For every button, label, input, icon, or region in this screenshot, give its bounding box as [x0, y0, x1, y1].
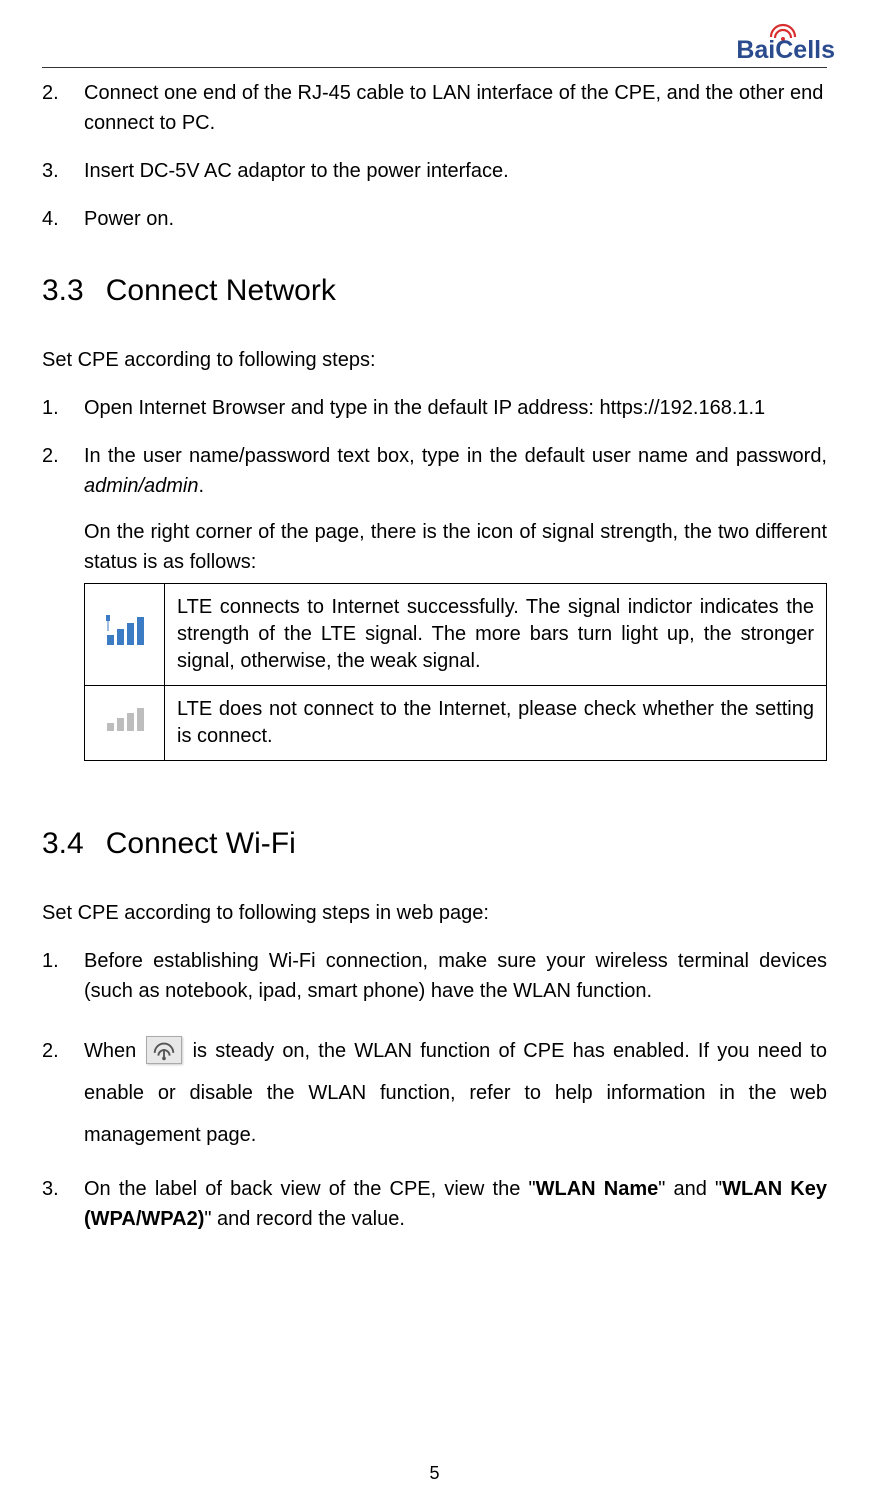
- heading-3-4: 3.4 Connect Wi-Fi: [42, 821, 827, 866]
- logo-text-cells: Cells: [775, 36, 835, 64]
- step-3: Insert DC-5V AC adaptor to the power int…: [42, 156, 827, 186]
- section-3-3-step-2a: In the user name/password text box, type…: [84, 445, 827, 467]
- section-3-4-step-2a: When: [84, 1040, 144, 1062]
- signal-connected-cell: [85, 584, 165, 686]
- section-3-3-steps: Open Internet Browser and type in the de…: [42, 393, 827, 761]
- section-3-3-step-2b: admin/admin: [84, 475, 199, 497]
- section-3-4-step-3: On the label of back view of the CPE, vi…: [42, 1174, 827, 1234]
- step-3-text: Insert DC-5V AC adaptor to the power int…: [84, 160, 509, 182]
- section-3-4-step-3e: " and record the value.: [204, 1208, 405, 1230]
- section-3-3-step-1: Open Internet Browser and type in the de…: [42, 393, 827, 423]
- page-content: Connect one end of the RJ-45 cable to LA…: [42, 78, 827, 1234]
- section-3-4-step-3c: " and ": [658, 1178, 722, 1200]
- heading-3-3: 3.3 Connect Network: [42, 268, 827, 313]
- table-row: LTE connects to Internet successfully. T…: [85, 584, 827, 686]
- section-3-3-step-1-text: Open Internet Browser and type in the de…: [84, 397, 765, 419]
- section-3-4-step-3a: On the label of back view of the CPE, vi…: [84, 1178, 536, 1200]
- page-number: 5: [0, 1463, 869, 1484]
- section-3-4-step-1-text: Before establishing Wi-Fi connection, ma…: [84, 950, 827, 1002]
- heading-3-3-title: Connect Network: [106, 274, 336, 307]
- section-3-4-steps: Before establishing Wi-Fi connection, ma…: [42, 946, 827, 1234]
- section-3-3-step-2c: .: [199, 475, 205, 497]
- step-4-text: Power on.: [84, 208, 174, 230]
- signal-disconnected-cell: [85, 686, 165, 761]
- wifi-steady-icon: [146, 1036, 182, 1064]
- section-3-4-step-2: When is steady on, the WLAN function of …: [42, 1030, 827, 1156]
- header-rule: BaiCells: [42, 30, 827, 68]
- signal-status-table: LTE connects to Internet successfully. T…: [84, 583, 827, 761]
- section-3-4-step-1: Before establishing Wi-Fi connection, ma…: [42, 946, 827, 1006]
- signal-disconnected-desc: LTE does not connect to the Internet, pl…: [165, 686, 827, 761]
- section-3-3-step-2-inner: On the right corner of the page, there i…: [84, 517, 827, 577]
- step-2: Connect one end of the RJ-45 cable to LA…: [42, 78, 827, 138]
- signal-connected-icon: [104, 630, 146, 652]
- heading-3-4-title: Connect Wi-Fi: [106, 827, 296, 860]
- section-3-4-step-3b: WLAN Name: [536, 1178, 659, 1200]
- section-3-4-intro: Set CPE according to following steps in …: [42, 898, 827, 928]
- brand-logo: BaiCells: [725, 23, 835, 63]
- logo-text-bai: Bai: [736, 36, 775, 64]
- section-3-4-step-2b: is steady on, the WLAN function of CPE h…: [84, 1040, 827, 1146]
- signal-connected-desc: LTE connects to Internet successfully. T…: [165, 584, 827, 686]
- table-row: LTE does not connect to the Internet, pl…: [85, 686, 827, 761]
- signal-disconnected-icon: [104, 716, 146, 738]
- continued-steps-list: Connect one end of the RJ-45 cable to LA…: [42, 78, 827, 234]
- section-3-3-intro: Set CPE according to following steps:: [42, 345, 827, 375]
- section-3-3-step-2: In the user name/password text box, type…: [42, 441, 827, 761]
- heading-3-4-num: 3.4: [42, 821, 84, 866]
- step-4: Power on.: [42, 204, 827, 234]
- heading-3-3-num: 3.3: [42, 268, 84, 313]
- step-2-text: Connect one end of the RJ-45 cable to LA…: [84, 82, 823, 134]
